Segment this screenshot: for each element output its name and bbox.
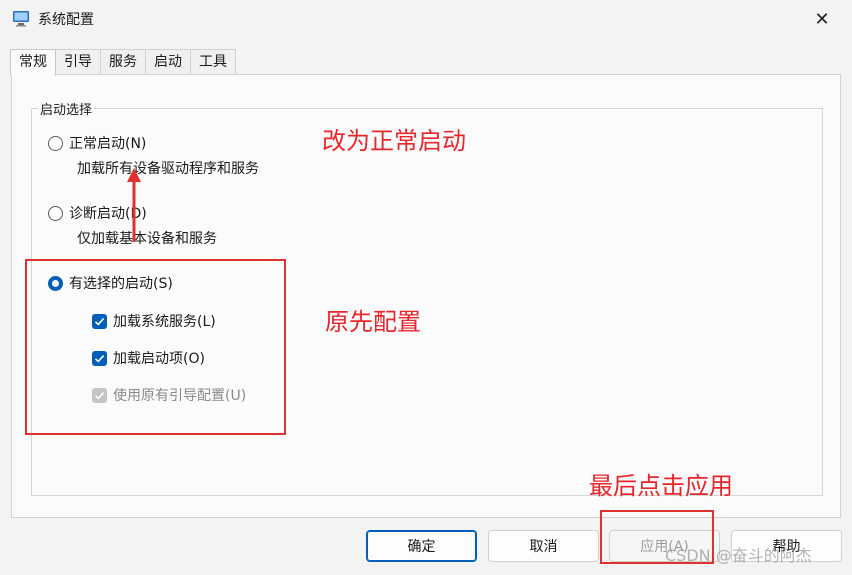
original-config-highlight-box (25, 259, 286, 435)
tab-startup[interactable]: 启动 (145, 49, 191, 75)
close-icon: ✕ (814, 8, 830, 30)
tab-tools[interactable]: 工具 (190, 49, 236, 75)
ok-button[interactable]: 确定 (366, 530, 477, 562)
title-bar: 系统配置 ✕ (0, 0, 852, 40)
normal-startup-desc: 加载所有设备驱动程序和服务 (77, 161, 259, 177)
tab-strip: 常规 引导 服务 启动 工具 (10, 49, 236, 76)
startup-selection-legend: 启动选择 (38, 99, 95, 118)
watermark-text: CSDN @奋斗的阿杰 (665, 546, 812, 565)
tab-boot[interactable]: 引导 (55, 49, 101, 75)
annotation-click-apply-last: 最后点击应用 (589, 472, 733, 500)
radio-normal-indicator[interactable] (48, 135, 63, 151)
tab-services[interactable]: 服务 (100, 49, 146, 75)
annotation-original-config: 原先配置 (325, 308, 421, 336)
annotation-change-to-normal: 改为正常启动 (322, 127, 466, 155)
system-config-icon (13, 11, 29, 27)
diagnostic-startup-desc: 仅加载基本设备和服务 (77, 231, 217, 247)
red-arrow-annotation (127, 168, 141, 242)
cancel-button[interactable]: 取消 (488, 530, 599, 562)
close-button[interactable]: ✕ (792, 0, 852, 38)
normal-startup-radio[interactable]: 正常启动(N) (48, 133, 146, 153)
tab-general[interactable]: 常规 (10, 49, 56, 76)
window-title: 系统配置 (38, 12, 94, 28)
radio-diagnostic-indicator[interactable] (48, 205, 63, 221)
normal-startup-label: 正常启动(N) (69, 136, 147, 152)
